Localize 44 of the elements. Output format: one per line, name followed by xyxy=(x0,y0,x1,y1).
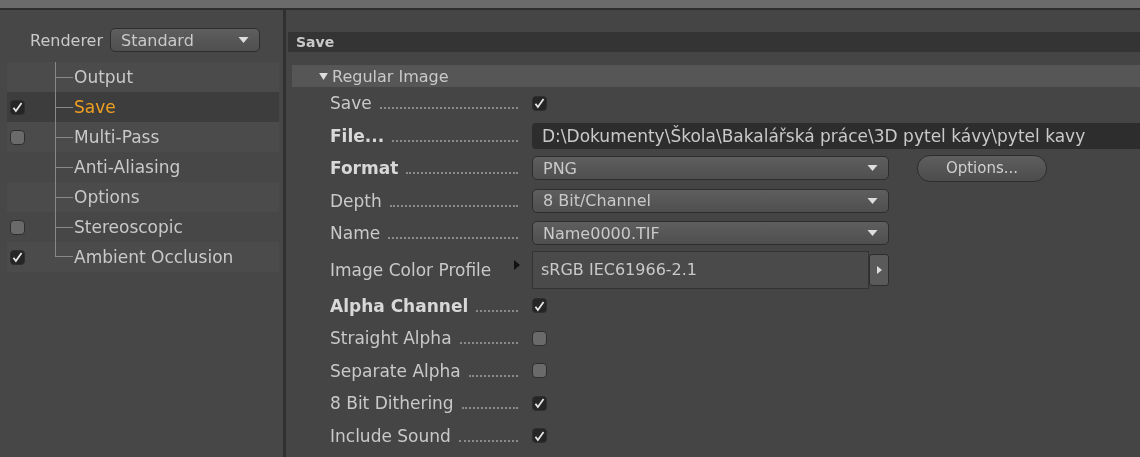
field-label: Alpha Channel xyxy=(330,295,469,316)
checkbox[interactable] xyxy=(532,395,547,411)
checkbox[interactable] xyxy=(532,363,547,379)
tree-item[interactable]: Stereoscopic xyxy=(73,217,183,237)
field-label: Depth xyxy=(330,190,382,211)
renderer-label: Renderer xyxy=(30,30,104,50)
group-header[interactable]: Regular Image xyxy=(292,65,1140,87)
field-label: Save xyxy=(330,93,372,114)
dropdown-arrow-icon xyxy=(238,37,250,43)
color-profile-field[interactable]: sRGB IEC61966-2.1 xyxy=(532,250,869,289)
checkbox[interactable] xyxy=(532,298,547,314)
tree-item[interactable]: Save xyxy=(73,97,116,117)
dropdown[interactable]: 8 Bit/Channel xyxy=(532,188,889,213)
dropdown[interactable]: Name0000.TIF xyxy=(532,221,889,246)
checkbox[interactable] xyxy=(10,219,25,235)
checkbox[interactable] xyxy=(532,95,547,111)
profile-menu-button[interactable] xyxy=(869,253,889,286)
file-path-field[interactable]: D:\Dokumenty\Škola\Bakalářská práce\3D pytel kávy\pytel kavy xyxy=(532,122,1140,149)
field-label: Include Sound xyxy=(330,425,451,446)
dropdown[interactable]: PNG xyxy=(532,156,889,181)
checkbox[interactable] xyxy=(10,249,25,265)
arrow-right-icon xyxy=(876,265,882,274)
dropdown-arrow-icon xyxy=(867,230,878,237)
dropdown-arrow-icon xyxy=(867,197,878,204)
dropdown-arrow-icon xyxy=(867,165,878,172)
expand-arrow-icon xyxy=(319,72,328,80)
field-label: Name xyxy=(330,223,381,244)
panel-grip-bar[interactable] xyxy=(0,0,1140,10)
checkbox[interactable] xyxy=(10,129,25,145)
field-label: Straight Alpha xyxy=(330,328,452,349)
field-label: File... xyxy=(330,125,385,146)
options-button[interactable]: Options... xyxy=(917,154,1047,182)
tree-item[interactable]: Anti-Aliasing xyxy=(73,157,181,177)
checkbox[interactable] xyxy=(532,330,547,346)
tree-item[interactable]: Output xyxy=(73,67,134,87)
checkbox[interactable] xyxy=(532,428,547,444)
renderer-dropdown[interactable]: Standard xyxy=(110,28,261,52)
tree-item[interactable]: Options xyxy=(73,187,140,207)
field-label: 8 Bit Dithering xyxy=(330,393,454,414)
panel-title: Save xyxy=(288,32,1140,52)
field-label: Format xyxy=(330,158,399,179)
checkbox[interactable] xyxy=(10,99,25,115)
field-label: Separate Alpha xyxy=(330,360,461,381)
field-label: Image Color Profile xyxy=(330,259,492,280)
